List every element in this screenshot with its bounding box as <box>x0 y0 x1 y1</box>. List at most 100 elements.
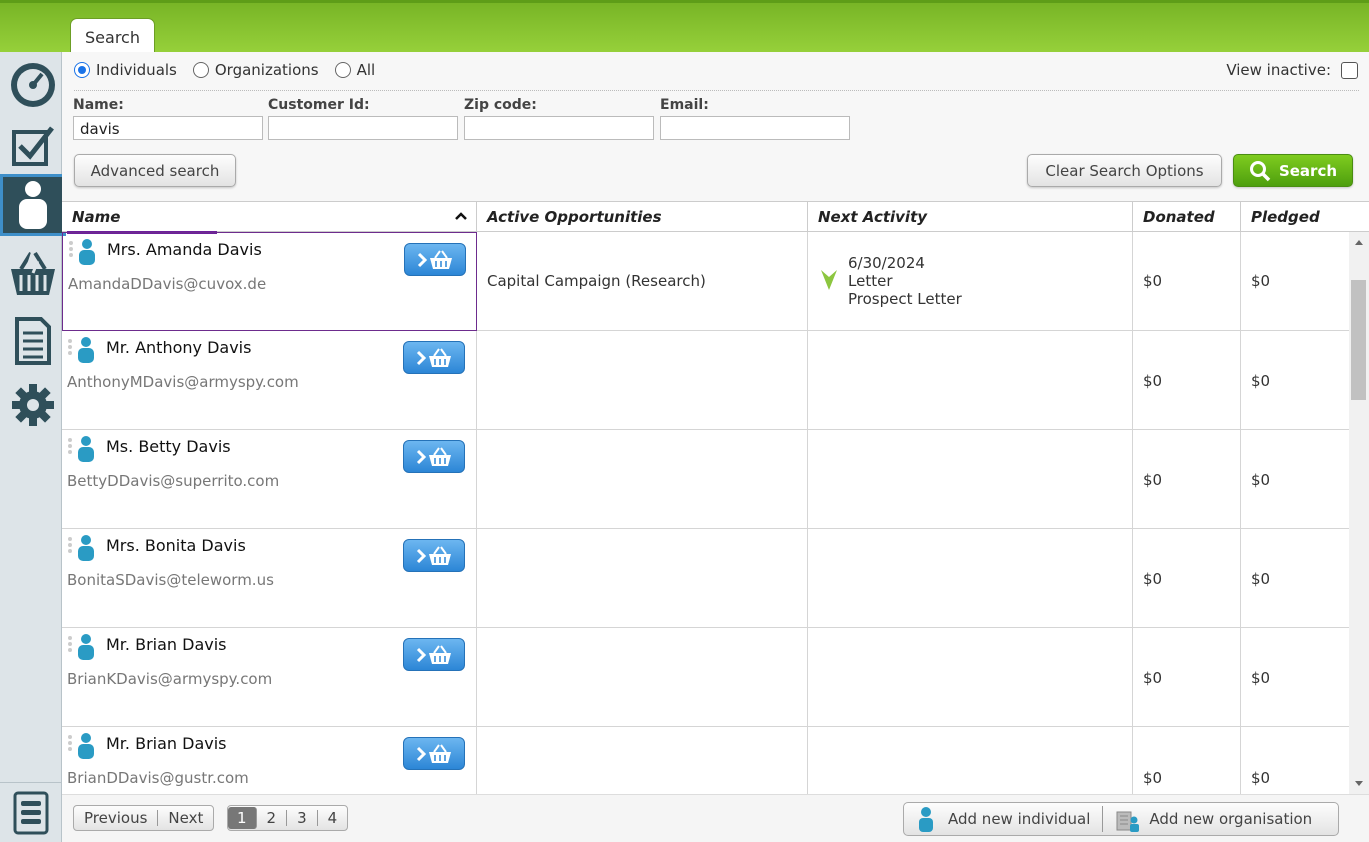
contact-name[interactable]: Mr. Anthony Davis <box>106 338 251 357</box>
add-organisation-label: Add new organisation <box>1149 810 1313 828</box>
name-cell[interactable]: Mr. Brian Davis BrianDDavis@gustr.com <box>62 727 477 794</box>
email-input[interactable] <box>660 116 850 140</box>
scroll-thumb[interactable] <box>1351 280 1366 400</box>
organisation-building-icon <box>1116 811 1140 832</box>
tab-search[interactable]: Search <box>70 18 155 56</box>
name-cell[interactable]: Mr. Brian Davis BrianKDavis@armyspy.com <box>62 628 477 727</box>
zip-label: Zip code: <box>464 97 537 113</box>
opportunity-text[interactable]: Capital Campaign (Research) <box>487 272 706 290</box>
column-header-name[interactable]: Name <box>62 202 477 234</box>
menu-panel-icon[interactable] <box>0 782 62 842</box>
clear-search-options-button[interactable]: Clear Search Options <box>1027 154 1222 187</box>
radio-button-icon[interactable] <box>192 62 209 78</box>
next-page-button[interactable]: Next <box>158 810 213 826</box>
zip-input[interactable] <box>464 116 654 140</box>
page-4-button[interactable]: 4 <box>318 810 348 826</box>
add-new-organisation-button[interactable]: Add new organisation <box>1103 806 1324 832</box>
page-1-button[interactable]: 1 <box>228 807 257 829</box>
name-cell[interactable]: Mrs. Amanda Davis AmandaDDavis@cuvox.de <box>62 232 477 331</box>
radio-organizations[interactable]: Organizations <box>192 61 319 79</box>
results-list: Mrs. Amanda Davis AmandaDDavis@cuvox.de Ca… <box>62 232 1349 794</box>
results-scrollbar[interactable] <box>1349 232 1369 794</box>
table-row[interactable]: Mrs. Amanda Davis AmandaDDavis@cuvox.de Ca… <box>62 232 1349 331</box>
email-label: Email: <box>660 97 709 113</box>
radio-button-icon[interactable] <box>74 62 90 78</box>
customer-id-input[interactable] <box>268 116 458 140</box>
person-icon <box>68 436 94 462</box>
search-button[interactable]: Search <box>1233 154 1353 187</box>
view-inactive-label: View inactive: <box>1226 61 1331 79</box>
reports-document-icon[interactable] <box>4 310 62 372</box>
radio-all[interactable]: All <box>334 61 376 79</box>
top-bar: Search <box>0 0 1369 56</box>
contact-name[interactable]: Mrs. Bonita Davis <box>106 536 246 555</box>
previous-page-button[interactable]: Previous <box>74 810 159 826</box>
advanced-search-button[interactable]: Advanced search <box>74 154 236 187</box>
tasks-checkbox-icon[interactable] <box>4 114 62 176</box>
add-to-basket-button[interactable] <box>403 539 465 572</box>
basket-arrow-icon <box>416 545 451 565</box>
contact-email: AnthonyMDavis@armyspy.com <box>67 373 299 391</box>
settings-gear-icon[interactable] <box>4 374 62 436</box>
contact-name[interactable]: Ms. Betty Davis <box>106 437 231 456</box>
pledged-amount: $0 <box>1251 769 1271 787</box>
name-cell[interactable]: Ms. Betty Davis BettyDDavis@superrito.com <box>62 430 477 529</box>
column-header-pledged[interactable]: Pledged <box>1241 202 1369 232</box>
column-header-next-activity[interactable]: Next Activity <box>808 202 1133 232</box>
radio-individuals[interactable]: Individuals <box>74 61 177 79</box>
add-to-basket-button[interactable] <box>403 737 465 770</box>
opportunity-cell <box>477 529 808 628</box>
contact-name[interactable]: Mr. Brian Davis <box>106 734 227 753</box>
table-row[interactable]: Mrs. Bonita Davis BonitaSDavis@teleworm.u… <box>62 529 1349 628</box>
sidebar <box>0 52 66 842</box>
pledged-amount: $0 <box>1251 570 1271 588</box>
scroll-up-icon[interactable] <box>1354 238 1364 246</box>
column-header-opportunities[interactable]: Active Opportunities <box>477 202 808 232</box>
column-header-donated[interactable]: Donated <box>1133 202 1241 232</box>
name-cell[interactable]: Mr. Anthony Davis AnthonyMDavis@armyspy.c… <box>62 331 477 430</box>
table-row[interactable]: Mr. Anthony Davis AnthonyMDavis@armyspy.c… <box>62 331 1349 430</box>
contact-email: BonitaSDavis@teleworm.us <box>67 571 274 589</box>
pledged-amount: $0 <box>1251 471 1271 489</box>
contact-email: AmandaDDavis@cuvox.de <box>68 275 267 293</box>
contacts-person-icon[interactable] <box>0 174 66 236</box>
opportunity-cell <box>477 430 808 529</box>
scroll-down-icon[interactable] <box>1354 780 1364 788</box>
table-row[interactable]: Ms. Betty Davis BettyDDavis@superrito.com… <box>62 430 1349 529</box>
basket-arrow-icon <box>416 347 451 367</box>
radio-button-icon[interactable] <box>334 62 351 78</box>
add-to-basket-button[interactable] <box>403 638 465 671</box>
radio-label: Individuals <box>96 61 177 79</box>
next-activity-cell <box>808 430 1133 529</box>
person-icon <box>68 535 94 561</box>
activity-details[interactable]: 6/30/2024 Letter Prospect Letter <box>848 254 962 308</box>
name-input[interactable]: davis <box>73 116 263 140</box>
name-cell[interactable]: Mrs. Bonita Davis BonitaSDavis@teleworm.u… <box>62 529 477 628</box>
contact-email: BettyDDavis@superrito.com <box>67 472 280 490</box>
table-row[interactable]: Mr. Brian Davis BrianDDavis@gustr.com $0 $0 <box>62 727 1349 794</box>
page-3-button[interactable]: 3 <box>287 810 318 826</box>
dashboard-icon[interactable] <box>4 54 62 116</box>
donated-cell: $0 <box>1133 727 1241 794</box>
contact-name[interactable]: Mr. Brian Davis <box>106 635 227 654</box>
pledged-cell: $0 <box>1241 232 1349 331</box>
view-inactive-checkbox[interactable] <box>1341 61 1358 79</box>
contact-name[interactable]: Mrs. Amanda Davis <box>107 240 262 259</box>
add-to-basket-button[interactable] <box>403 440 465 473</box>
donation-basket-icon[interactable] <box>4 242 62 304</box>
pledged-amount: $0 <box>1251 669 1271 687</box>
person-icon <box>919 807 933 832</box>
page-2-button[interactable]: 2 <box>257 810 288 826</box>
donated-amount: $0 <box>1143 471 1163 489</box>
radio-label: All <box>356 61 376 79</box>
donated-cell: $0 <box>1133 628 1241 727</box>
table-row[interactable]: Mr. Brian Davis BrianKDavis@armyspy.com $0… <box>62 628 1349 727</box>
donated-amount: $0 <box>1143 669 1163 687</box>
add-new-individual-button[interactable]: Add new individual <box>904 806 1104 832</box>
add-to-basket-button[interactable] <box>404 243 466 276</box>
add-to-basket-button[interactable] <box>403 341 465 374</box>
pledged-cell: $0 <box>1241 331 1349 430</box>
customer-id-field-group: Customer Id: <box>268 97 458 140</box>
email-field-group: Email: <box>660 97 850 140</box>
next-activity-cell: 6/30/2024 Letter Prospect Letter <box>808 232 1133 331</box>
